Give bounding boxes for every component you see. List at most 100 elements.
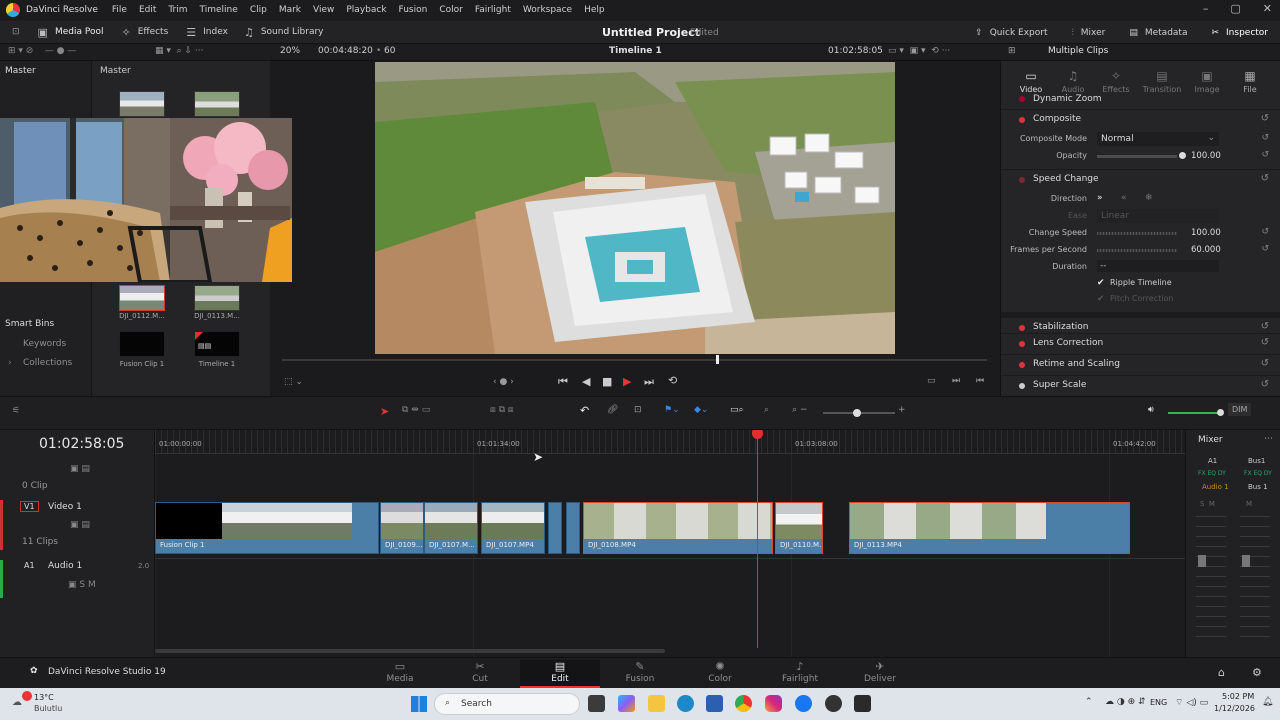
volume-slider[interactable] (1168, 412, 1220, 414)
flag-icon[interactable]: ⚑⌄ (664, 405, 680, 415)
a1-track-id[interactable]: A1 (24, 561, 35, 570)
reset-icon[interactable]: ↺ (1261, 379, 1269, 390)
next-edit-icon[interactable]: ⏭ (952, 376, 960, 386)
file-explorer-icon[interactable] (648, 695, 665, 712)
chevron-right-icon[interactable]: › (8, 358, 12, 368)
selection-tool-icon[interactable]: ➤ (380, 405, 389, 418)
opacity-slider[interactable] (1097, 155, 1177, 158)
ease-select[interactable]: Linear (1097, 209, 1219, 223)
reset-icon[interactable]: ↺ (1261, 133, 1269, 143)
zoom-in-icon[interactable]: + (898, 405, 906, 415)
enable-dot-icon[interactable] (1019, 383, 1025, 389)
volume-icon[interactable]: 🔊︎ (1148, 405, 1154, 415)
jog-icon[interactable]: ‹ ● › (493, 377, 514, 387)
reset-icon[interactable]: ↺ (1261, 227, 1269, 237)
opacity-value[interactable]: 100.00 (1191, 151, 1221, 161)
super-scale-section[interactable]: Super Scale ↺ (1001, 375, 1280, 395)
tab-video[interactable]: ▭ Video (1011, 69, 1051, 94)
audio-track-controls-icon[interactable]: ▣ S M (68, 580, 96, 590)
page-fairlight[interactable]: ♪ Fairlight (760, 660, 840, 684)
reset-icon[interactable]: ↺ (1261, 113, 1269, 124)
stop-icon[interactable]: ■ (602, 375, 612, 388)
home-icon[interactable]: ⌂ (1218, 666, 1225, 679)
page-edit[interactable]: ▤ Edit (520, 660, 600, 688)
zoom-detail-icon[interactable]: ⌕ (764, 405, 769, 415)
tray-overflow-icon[interactable]: ⌃ (1085, 697, 1093, 707)
panel-toggle-icon[interactable]: ⊡ (12, 21, 20, 43)
timeline-clip[interactable]: DJI_0107.MP4 (481, 502, 545, 554)
copilot-icon[interactable] (618, 695, 635, 712)
resolve-running-icon[interactable] (854, 695, 871, 712)
viewer-options-icon[interactable]: ▭ ▾ ▣ ▾ ⟲ ··· (888, 46, 950, 56)
tab-effects[interactable]: ✧ Effects (1096, 69, 1136, 94)
close-icon[interactable]: ✕ (1263, 2, 1272, 15)
track-controls-icon[interactable]: ▣ ▤ (70, 520, 90, 530)
scrubber-handle[interactable] (716, 355, 719, 364)
loop-icon[interactable]: ⟲ (668, 374, 677, 387)
inspector-button[interactable]: ✂ Inspector (1211, 28, 1268, 38)
menu-edit[interactable]: Edit (139, 5, 156, 15)
clip-thumbnail[interactable] (194, 91, 240, 117)
menu-file[interactable]: File (112, 5, 127, 15)
language-indicator[interactable]: ENG (1150, 698, 1167, 707)
track-area[interactable] (155, 454, 1185, 657)
timeline-clip[interactable]: DJI_0109.... (380, 502, 424, 554)
reset-icon[interactable]: ↺ (1261, 150, 1269, 160)
bin-master[interactable]: Master (5, 66, 36, 76)
insert-clip-icon[interactable]: ⧈ ⧉ ⧈ (490, 405, 514, 415)
reset-icon[interactable]: ↺ (1261, 358, 1269, 369)
page-fusion[interactable]: ✎ Fusion (600, 660, 680, 684)
tab-audio[interactable]: ♫ Audio (1053, 69, 1093, 94)
timeline-clip[interactable] (548, 502, 562, 554)
page-deliver[interactable]: ✈ Deliver (840, 660, 920, 684)
pitch-checkbox[interactable]: ✔ (1097, 294, 1105, 304)
reset-icon[interactable]: ↺ (1261, 321, 1269, 332)
change-speed-slider[interactable] (1097, 232, 1177, 235)
trim-tool-icon[interactable]: ⧉ ⇹ ▭ (402, 405, 430, 415)
menu-color[interactable]: Color (439, 5, 463, 15)
timeline-clip[interactable]: DJI_0113.MP4 (849, 502, 1130, 554)
dim-button[interactable]: DIM (1228, 403, 1252, 416)
enable-dot-icon[interactable] (1019, 325, 1025, 331)
settings-gear-icon[interactable]: ⚙ (1252, 666, 1262, 679)
zoom-full-icon[interactable]: ▭⌕ (730, 405, 744, 415)
timeline-clip[interactable]: Fusion Clip 1 (155, 502, 379, 554)
media-pool-button[interactable]: ▣ Media Pool (38, 21, 104, 43)
menu-fairlight[interactable]: Fairlight (475, 5, 511, 15)
video-frame[interactable] (375, 62, 895, 354)
slider-knob[interactable] (1179, 152, 1186, 159)
a1-track-name[interactable]: Audio 1 (48, 561, 82, 571)
v1-track-name[interactable]: Video 1 (48, 502, 82, 512)
bus1-fader[interactable] (1242, 555, 1250, 567)
clip-thumbnail-dji0112[interactable] (119, 285, 165, 311)
clock-date[interactable]: 1/12/2026 (1214, 704, 1255, 713)
v1-track-id[interactable]: V1 (20, 501, 39, 512)
audio1-fader[interactable] (1198, 555, 1206, 567)
direction-forward-icon[interactable]: » (1097, 193, 1103, 203)
linked-selection-icon[interactable]: 🔗︎ (607, 405, 618, 415)
page-cut[interactable]: ✂ Cut (440, 660, 520, 684)
quick-export-button[interactable]: ⇪ Quick Export (975, 28, 1047, 38)
direction-reverse-icon[interactable]: « (1121, 193, 1127, 203)
menu-fusion[interactable]: Fusion (399, 5, 428, 15)
list-view-icon[interactable]: ⊞ ▾ ⊘ — ● — (8, 46, 76, 56)
timeline-clip[interactable]: DJI_0110.M... (775, 502, 823, 554)
solo-mute-icon[interactable]: S M (1200, 500, 1215, 508)
retime-scaling-section[interactable]: Retime and Scaling ↺ (1001, 354, 1280, 374)
viewer-zoom[interactable]: 20% (280, 46, 300, 56)
change-speed-value[interactable]: 100.00 (1191, 228, 1221, 238)
lens-correction-section[interactable]: Lens Correction ↺ (1001, 333, 1280, 353)
tray-apps-icon[interactable]: ☁ ◑ ⊕ ⇵ (1105, 697, 1146, 707)
menu-mark[interactable]: Mark (279, 5, 301, 15)
windows-start-icon[interactable] (411, 696, 427, 712)
timeline-selector[interactable]: Timeline 1 (609, 46, 662, 56)
edge-browser-icon[interactable] (677, 695, 694, 712)
marker-icon[interactable]: ◆⌄ (694, 405, 708, 415)
menu-timeline[interactable]: Timeline (200, 5, 238, 15)
grid-view-icon[interactable]: ▦ ▾ ⌕ ⇩ ··· (155, 46, 204, 56)
match-frame-icon[interactable]: ▭ (927, 376, 936, 386)
enable-dot-icon[interactable] (1019, 177, 1025, 183)
enable-dot-icon[interactable] (1019, 96, 1025, 102)
timeline-view-options-icon[interactable]: ⚟ (12, 406, 20, 416)
more-options-icon[interactable]: ⋯ (1264, 434, 1273, 444)
